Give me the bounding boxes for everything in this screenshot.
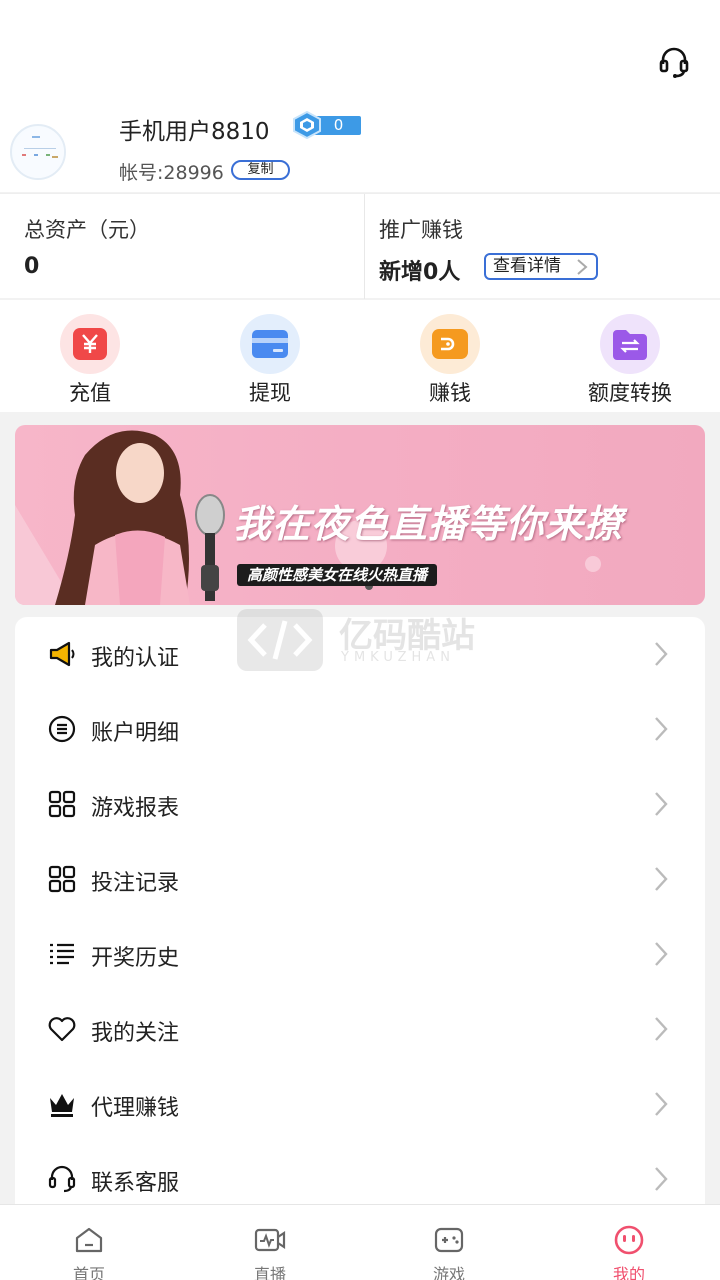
chevron-right-icon <box>655 792 668 816</box>
tab-live[interactable]: 直播 <box>225 1225 315 1280</box>
quick-actions: 充值 提现 赚钱 额度转换 <box>0 300 720 412</box>
menu-label: 我的关注 <box>91 1021 180 1046</box>
chevron-right-icon <box>655 642 668 666</box>
total-assets-value: 0 <box>24 254 40 279</box>
promotion-value: 新增0人 <box>379 260 461 285</box>
list-icon <box>50 943 74 965</box>
chevron-right-icon <box>655 942 668 966</box>
bottom-tab-bar: 首页 直播 游戏 我的 <box>0 1204 720 1280</box>
chevron-right-icon <box>577 259 588 275</box>
tab-label: 游戏 <box>432 1265 465 1280</box>
wallet-icon <box>432 329 468 359</box>
grid-icon <box>48 790 76 818</box>
menu-label: 开奖历史 <box>91 946 180 971</box>
profile-icon <box>614 1225 644 1255</box>
diamond-level-icon <box>293 111 321 139</box>
menu-item-account-details[interactable]: 账户明细 <box>15 692 705 767</box>
withdraw-button[interactable]: 提现 <box>210 314 330 407</box>
menu-label: 我的认证 <box>91 646 180 671</box>
chevron-right-icon <box>655 1092 668 1116</box>
copy-button[interactable]: 复制 <box>231 160 290 180</box>
tab-games[interactable]: 游戏 <box>404 1225 494 1280</box>
tab-home[interactable]: 首页 <box>44 1225 134 1280</box>
level-badge: 0 <box>292 111 362 139</box>
menu-list: 我的认证 账户明细 游戏报表 投注记录 开奖历史 我的关注 代理赚钱 联系客服 <box>15 617 705 1217</box>
menu-label: 游戏报表 <box>91 796 180 821</box>
avatar[interactable] <box>10 124 66 180</box>
recharge-button[interactable]: 充值 <box>30 314 150 407</box>
earn-label: 赚钱 <box>429 381 471 405</box>
gamepad-icon <box>434 1227 464 1253</box>
tab-profile[interactable]: 我的 <box>584 1225 674 1280</box>
menu-label: 代理赚钱 <box>91 1096 180 1121</box>
chevron-right-icon <box>655 1017 668 1041</box>
menu-label: 联系客服 <box>91 1171 180 1196</box>
menu-item-bet-records[interactable]: 投注记录 <box>15 842 705 917</box>
menu-item-game-report[interactable]: 游戏报表 <box>15 767 705 842</box>
menu-item-draw-history[interactable]: 开奖历史 <box>15 917 705 992</box>
promotion-label: 推广赚钱 <box>379 218 463 242</box>
withdraw-label: 提现 <box>249 381 291 405</box>
headset-icon <box>48 1165 76 1193</box>
menu-label: 账户明细 <box>91 721 180 746</box>
card-icon <box>252 330 288 358</box>
chevron-right-icon <box>655 717 668 741</box>
profile-header: 手机用户8810 0 帐号:28996 复制 <box>0 0 720 192</box>
headset-icon[interactable] <box>656 44 692 80</box>
banner-subtitle: 高颜性感美女在线火热直播 <box>237 564 438 586</box>
chevron-right-icon <box>655 1167 668 1191</box>
stats-divider <box>364 194 365 299</box>
watermark-logo-icon <box>237 609 323 671</box>
heart-icon <box>48 1017 76 1042</box>
tab-label: 直播 <box>253 1265 286 1280</box>
view-details-button[interactable]: 查看详情 <box>484 253 598 280</box>
stats-panel: 总资产（元） 0 推广赚钱 新增0人 查看详情 <box>0 193 720 299</box>
view-details-label: 查看详情 <box>493 256 561 276</box>
menu-item-following[interactable]: 我的关注 <box>15 992 705 1067</box>
grid-icon <box>48 865 76 893</box>
credit-transfer-button[interactable]: 额度转换 <box>570 314 690 407</box>
video-icon <box>254 1228 286 1252</box>
watermark: 亿码酷站 YMKUZHAN <box>237 606 487 672</box>
tab-label: 我的 <box>612 1265 645 1280</box>
recharge-label: 充值 <box>69 381 111 405</box>
menu-item-agent-earnings[interactable]: 代理赚钱 <box>15 1067 705 1142</box>
menu-label: 投注记录 <box>91 871 180 896</box>
transfer-icon <box>613 330 647 360</box>
crown-icon <box>50 1094 74 1117</box>
megaphone-icon <box>49 641 75 667</box>
total-assets-label: 总资产（元） <box>24 218 150 242</box>
account-id: 帐号:28996 <box>119 162 224 184</box>
banner-title: 我在夜色直播等你来撩 <box>233 502 624 546</box>
username: 手机用户8810 <box>119 119 270 145</box>
promo-banner[interactable]: 我在夜色直播等你来撩 高颜性感美女在线火热直播 <box>15 425 705 605</box>
tab-label: 首页 <box>72 1265 105 1280</box>
home-icon <box>75 1227 103 1253</box>
earn-button[interactable]: 赚钱 <box>390 314 510 407</box>
list-circle-icon <box>48 715 76 743</box>
yuan-icon <box>73 328 107 360</box>
chevron-right-icon <box>655 867 668 891</box>
watermark-subtext: YMKUZHAN <box>341 650 455 665</box>
credit-transfer-label: 额度转换 <box>588 381 672 405</box>
